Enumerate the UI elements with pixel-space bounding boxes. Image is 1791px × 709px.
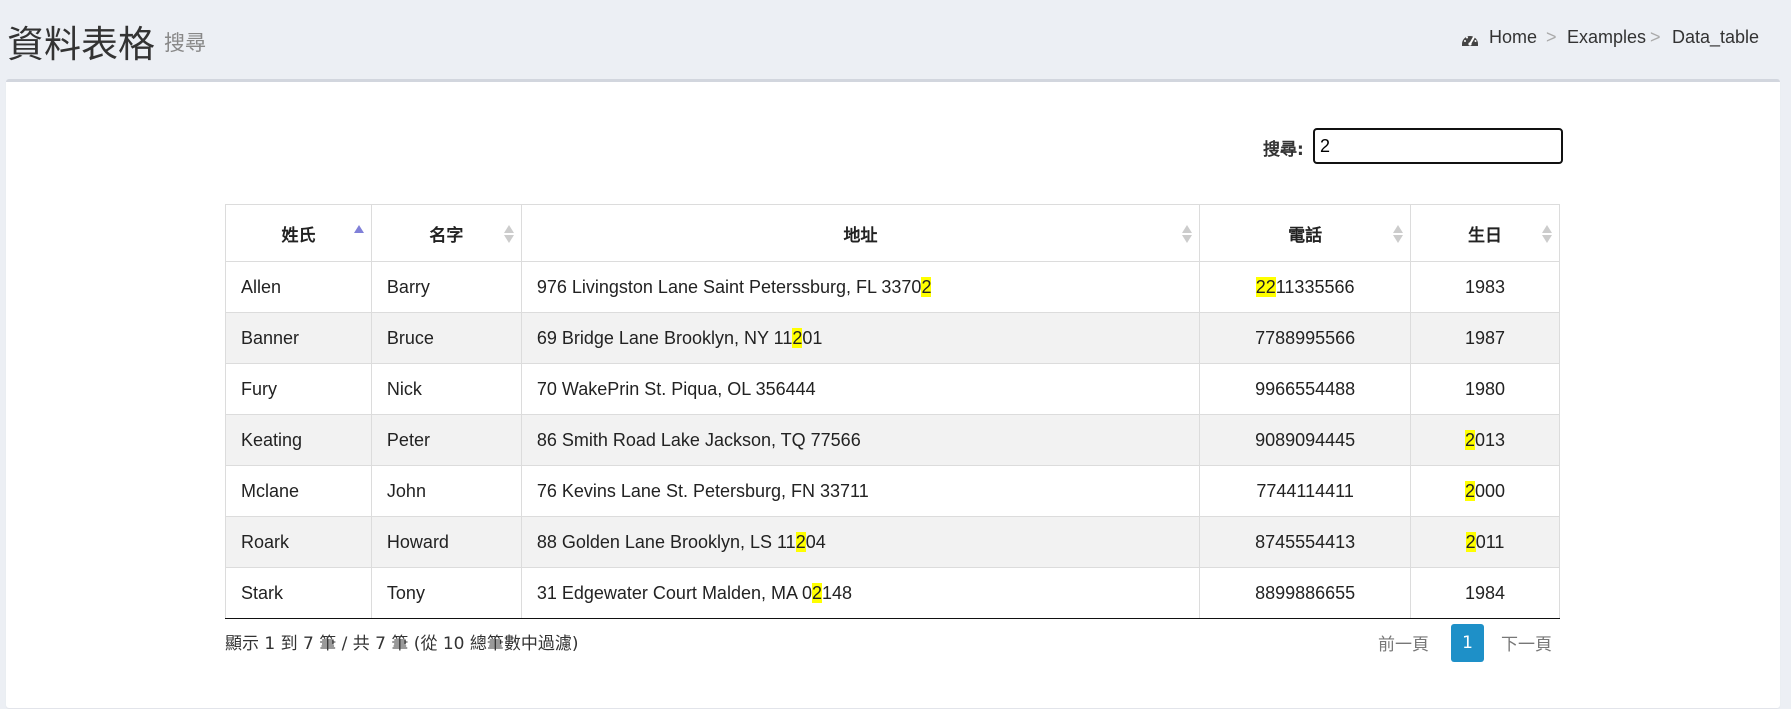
cell-last-name: Fury [225, 363, 372, 415]
sort-both-icon [1393, 225, 1404, 243]
cell-first-name: John [370, 465, 522, 517]
data-table-card: 搜尋: 姓氏 名字 地址 [6, 79, 1780, 708]
cell-last-name: Allen [225, 261, 372, 313]
column-header-label: 地址 [843, 225, 878, 246]
cell-birth-year: 1980 [1410, 363, 1560, 415]
cell-address: 86 Smith Road Lake Jackson, TQ 77566 [520, 414, 1201, 466]
breadcrumb: Home > Examples > Data_table [1461, 27, 1791, 51]
next-page-button[interactable]: 下一頁 [1501, 630, 1552, 655]
table-row: Mclane John 76 Kevins Lane St. Petersburg,… [225, 465, 1560, 517]
table-row: Fury Nick 70 WakePrin St. Piqua, OL 356444… [225, 363, 1560, 415]
column-header-phone[interactable]: 電話 [1199, 204, 1412, 262]
search-highlight: 2 [1465, 531, 1476, 552]
cell-phone: 7744114411 [1199, 465, 1412, 517]
breadcrumb-home[interactable]: Home [1489, 27, 1537, 48]
cell-address: 31 Edgewater Court Malden, MA 02148 [520, 567, 1201, 619]
cell-last-name: Roark [225, 516, 372, 568]
column-header-address[interactable]: 地址 [520, 204, 1201, 262]
table-row: Banner Bruce 69 Bridge Lane Brooklyn, NY 1… [225, 312, 1560, 364]
cell-phone: 9089094445 [1199, 414, 1412, 466]
cell-birth-year: 1983 [1410, 261, 1560, 313]
cell-address: 76 Kevins Lane St. Petersburg, FN 33711 [520, 465, 1201, 517]
search-highlight: 22 [1255, 276, 1276, 297]
cell-phone: 7788995566 [1199, 312, 1412, 364]
column-header-birth-year[interactable]: 生日 [1410, 204, 1560, 262]
page-subtitle: 搜尋 [164, 31, 206, 55]
page-title: 資料表格 [7, 23, 155, 66]
breadcrumb-examples[interactable]: Examples [1567, 27, 1646, 48]
cell-address: 88 Golden Lane Brooklyn, LS 11204 [520, 516, 1201, 568]
search-highlight: 2 [795, 531, 806, 552]
cell-address: 70 WakePrin St. Piqua, OL 356444 [520, 363, 1201, 415]
search-highlight: 2 [1465, 480, 1476, 501]
page-header: 資料表格 搜尋 Home > Examples > Data_table [0, 0, 1791, 78]
cell-last-name: Keating [225, 414, 372, 466]
cell-first-name: Howard [370, 516, 522, 568]
cell-first-name: Tony [370, 567, 522, 619]
table-info: 顯示 1 到 7 筆 / 共 7 筆 (從 10 總筆數中過濾) [225, 634, 579, 654]
table-row: Roark Howard 88 Golden Lane Brooklyn, LS 1… [225, 516, 1560, 568]
cell-address: 976 Livingston Lane Saint Peterssburg, F… [520, 261, 1201, 313]
breadcrumb-separator: > [1546, 27, 1557, 47]
column-header-label: 姓氏 [281, 225, 316, 246]
search-input[interactable] [1313, 128, 1563, 164]
search-highlight: 2 [1465, 429, 1476, 450]
cell-first-name: Peter [370, 414, 522, 466]
cell-first-name: Barry [370, 261, 522, 313]
search-highlight: 2 [921, 276, 932, 297]
breadcrumb-current: Data_table [1672, 27, 1760, 47]
cell-last-name: Stark [225, 567, 372, 619]
column-header-label: 生日 [1468, 225, 1503, 246]
column-header-last-name[interactable]: 姓氏 [225, 204, 372, 262]
cell-birth-year: 2013 [1410, 414, 1560, 466]
breadcrumb-separator: > [1650, 27, 1661, 47]
cell-phone: 2211335566 [1199, 261, 1412, 313]
cell-first-name: Bruce [370, 312, 522, 364]
dashboard-icon [1462, 36, 1478, 46]
cell-birth-year: 1987 [1410, 312, 1560, 364]
prev-page-button[interactable]: 前一頁 [1378, 630, 1429, 655]
table-row: Keating Peter 86 Smith Road Lake Jackson, … [225, 414, 1560, 466]
cell-last-name: Mclane [225, 465, 372, 517]
cell-birth-year: 1984 [1410, 567, 1560, 619]
cell-birth-year: 2000 [1410, 465, 1560, 517]
cell-phone: 9966554488 [1199, 363, 1412, 415]
column-header-label: 名字 [429, 225, 464, 246]
cell-phone: 8745554413 [1199, 516, 1412, 568]
column-header-label: 電話 [1288, 225, 1323, 246]
table-body: Allen Barry 976 Livingston Lane Saint Pete… [225, 261, 1560, 619]
table-header-row: 姓氏 名字 地址 電話 生日 [225, 204, 1560, 262]
column-header-first-name[interactable]: 名字 [370, 204, 522, 262]
table-row: Stark Tony 31 Edgewater Court Malden, MA 0… [225, 567, 1560, 619]
search-label: 搜尋: [1263, 140, 1304, 160]
sort-ascending-icon [353, 225, 364, 233]
page-1-button[interactable]: 1 [1451, 624, 1484, 662]
cell-address: 69 Bridge Lane Brooklyn, NY 11201 [520, 312, 1201, 364]
cell-birth-year: 2011 [1410, 516, 1560, 568]
cell-first-name: Nick [370, 363, 522, 415]
cell-last-name: Banner [225, 312, 372, 364]
search-highlight: 2 [812, 582, 823, 603]
cell-phone: 8899886655 [1199, 567, 1412, 619]
data-table: 姓氏 名字 地址 電話 生日 Allen Barry 976 Livingsto… [225, 204, 1560, 619]
table-row: Allen Barry 976 Livingston Lane Saint Pete… [225, 261, 1560, 313]
search-highlight: 2 [792, 327, 803, 348]
sort-both-icon [503, 225, 514, 243]
sort-both-icon [1182, 225, 1193, 243]
sort-both-icon [1542, 225, 1552, 243]
